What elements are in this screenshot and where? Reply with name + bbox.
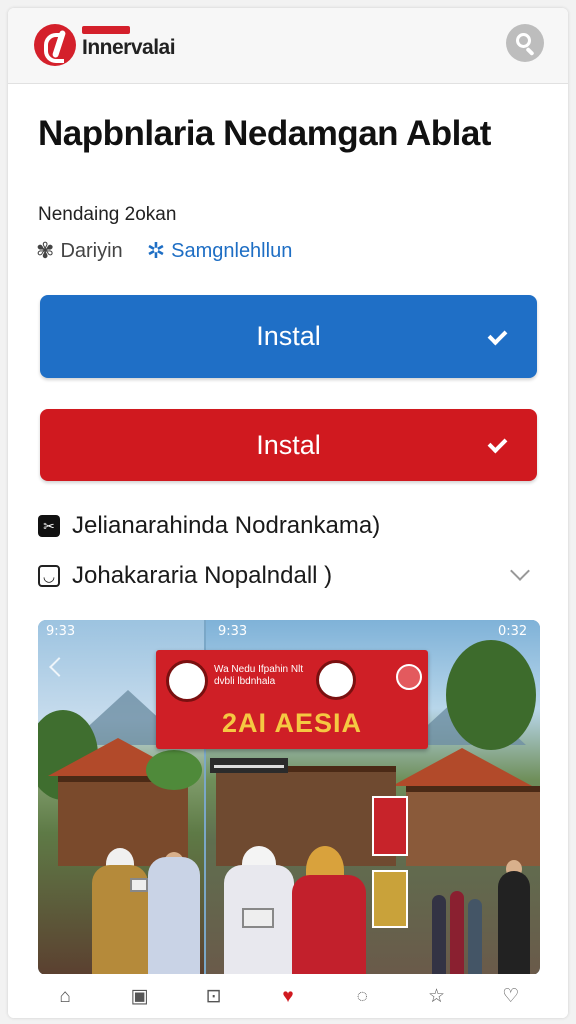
info-row-label: Jelianarahinda Nodrankama) — [72, 512, 381, 539]
bottom-nav: ⌂ ▣ ⊡ ♥ ◌ ☆ ♡ — [8, 974, 568, 1018]
book-icon[interactable]: ⊡ — [203, 985, 225, 1007]
box-icon: ◡ — [38, 565, 60, 587]
plant-graphic — [146, 750, 202, 790]
banner-small-text: Wa Nedu Ifpahin Nlt dvbli lbdnhala — [214, 664, 304, 687]
developer-name: Dariyin — [60, 239, 123, 262]
status-time: 0:32 — [498, 624, 528, 639]
emblem-icon — [166, 660, 208, 702]
promo-banner: Wa Nedu Ifpahin Nlt dvbli lbdnhala 2AI A… — [156, 650, 428, 749]
info-row-label: Johakararia Nopalndall ) — [72, 562, 333, 589]
banner-headline: 2AI AESIA — [221, 708, 363, 738]
developer-link[interactable]: ✾ Dariyin — [36, 240, 123, 263]
emblem-icon — [316, 660, 356, 700]
search-button[interactable] — [506, 24, 544, 62]
app-meta: ✾ Dariyin ✲ Samgnlehllun — [36, 236, 316, 266]
app-subtitle: Nendaing 2okan — [38, 204, 177, 225]
install-button-secondary[interactable]: Instal — [40, 409, 537, 481]
chat-icon[interactable]: ◌ — [351, 985, 373, 1007]
check-icon — [489, 439, 511, 451]
info-row-details[interactable]: ◡ Johakararia Nopalndall ) — [38, 562, 332, 590]
heart-icon[interactable]: ♥ — [277, 985, 299, 1007]
palm-graphic — [446, 640, 536, 750]
category-name: Samgnlehllun — [171, 239, 293, 262]
roof-graphic — [392, 748, 532, 786]
back-chevron-icon[interactable] — [49, 657, 69, 677]
top-bar: Innervalai — [8, 8, 568, 84]
signboard: ▬▬▬▬▬▬▬ — [210, 758, 288, 773]
person-graphic — [292, 875, 366, 975]
person-graphic — [498, 871, 530, 975]
star-icon[interactable]: ☆ — [426, 985, 448, 1007]
status-time: 9:33 — [218, 624, 248, 639]
install-button-primary[interactable]: Instal — [40, 295, 537, 378]
chevron-down-icon[interactable] — [509, 564, 531, 586]
install-label: Instal — [256, 429, 321, 460]
home-icon[interactable]: ⌂ — [54, 985, 76, 1007]
install-label: Instal — [256, 321, 321, 351]
held-card — [242, 908, 274, 928]
info-row-permissions[interactable]: ✂ Jelianarahinda Nodrankama) — [38, 512, 380, 540]
brand-logo-icon[interactable] — [34, 24, 76, 66]
poster-graphic — [372, 870, 408, 928]
developer-icon: ✾ — [36, 238, 55, 263]
person-graphic — [450, 891, 464, 975]
held-card — [130, 878, 148, 892]
check-icon — [489, 331, 511, 343]
status-time: 9:33 — [46, 624, 76, 639]
brand-tag — [82, 26, 130, 34]
category-icon: ✲ — [146, 238, 166, 263]
check-circle-icon[interactable] — [396, 664, 422, 690]
person-graphic — [432, 895, 446, 975]
house-graphic — [216, 766, 396, 866]
app-title: Napbnlaria Nedamgan Ablat — [38, 114, 491, 153]
favorite-icon[interactable]: ♡ — [500, 985, 522, 1007]
tools-icon: ✂ — [38, 515, 60, 537]
search-icon — [516, 33, 531, 48]
brand-name[interactable]: Innervalai — [82, 36, 176, 60]
screenshot-gallery[interactable]: 9:33 9:33 0:32 ▬▬▬▬▬▬▬ Wa Nedu Ifpahin N… — [38, 620, 540, 975]
calendar-icon[interactable]: ▣ — [128, 985, 150, 1007]
category-link[interactable]: ✲ Samgnlehllun — [147, 240, 293, 263]
poster-graphic — [372, 796, 408, 856]
person-graphic — [468, 899, 482, 975]
app-frame: Innervalai Napbnlaria Nedamgan Ablat Nen… — [8, 8, 568, 1018]
person-graphic — [148, 857, 200, 975]
house-graphic — [406, 786, 540, 866]
